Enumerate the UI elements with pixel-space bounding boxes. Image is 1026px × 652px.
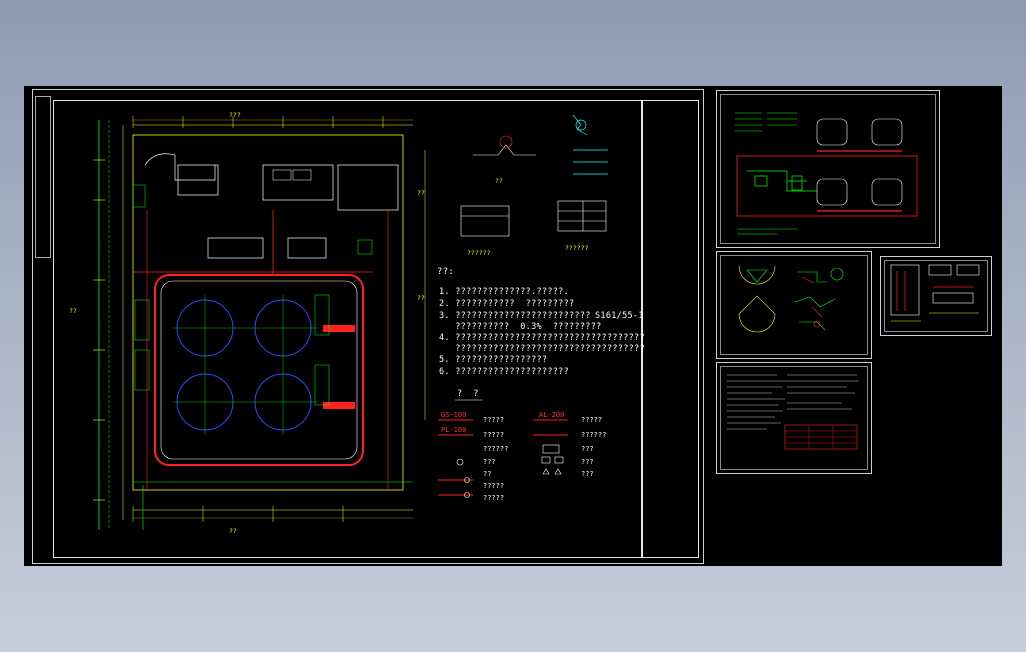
legend-right-1: ????? (581, 416, 603, 424)
right-dimension-label-2: ?? (417, 294, 425, 302)
legend-tag-2: PL-100 (441, 426, 467, 434)
legend-left-6: ????? (483, 482, 505, 490)
main-drawing-sheet[interactable]: ??? ?? ?? ?? ?? ?? ?????? ?????? ??: 1. … (32, 89, 704, 564)
sheet-node-details[interactable] (716, 251, 872, 359)
notes-heading: ??: (437, 267, 455, 277)
legend-left-3: ?????? (483, 445, 509, 453)
note-line-2: 2. ??????????? ????????? (439, 299, 575, 309)
legend-tag-3: AL-200 (539, 411, 565, 419)
cad-model-space[interactable]: ??? ?? ?? ?? ?? ?? ?????? ?????? ??: 1. … (24, 86, 1002, 566)
piping-diagram-graphics (735, 112, 918, 235)
note-line-3: 3. ????????????????????????? (439, 311, 591, 321)
bottom-dimension-label: ?? (229, 527, 237, 535)
legend-tag-1: GS-100 (441, 411, 467, 419)
legend-left-5: ?? (483, 470, 492, 478)
legend-left-1: ????? (483, 416, 505, 424)
legend-left-7: ????? (483, 494, 505, 502)
specification-graphics (727, 374, 859, 450)
table-b-caption: ?????? (565, 244, 589, 252)
sheet-piping-diagram[interactable] (716, 90, 940, 248)
legend-left-2: ????? (483, 431, 505, 439)
legend-right-4: ??? (581, 458, 594, 466)
table-a-caption: ?????? (467, 249, 491, 257)
note-line-5: 5. ????????????????? (439, 355, 548, 365)
note-spec-code: S161/55-1 (595, 311, 644, 321)
legend-right-3: ??? (581, 445, 594, 453)
left-dimension-label: ?? (69, 307, 77, 315)
detail-a-caption: ?? (495, 177, 503, 185)
site-plan-graphics (93, 114, 608, 530)
note-line-1: 1. ??????????????.?????. (439, 287, 570, 297)
legend-right-2: ?????? (581, 431, 607, 439)
sheet-pump-room[interactable] (880, 256, 992, 336)
note-line-3b: ?????????? 0.3% ????????? (439, 322, 602, 332)
node-details-graphics (738, 265, 844, 333)
legend-heading: ? ? (457, 389, 479, 399)
right-dimension-label-1: ?? (417, 189, 425, 197)
note-line-6: 6. ????????????????????? (439, 367, 570, 377)
note-line-4: 4. ??????????????????????????????????? (439, 333, 645, 343)
top-dimension-label: ??? (229, 111, 241, 119)
sheet-specification-table[interactable] (716, 362, 872, 474)
pump-room-graphics (890, 264, 980, 322)
legend-right-5: ??? (581, 470, 594, 478)
legend-left-4: ??? (483, 458, 496, 466)
note-line-4b: ??????????????????????????????????? (439, 344, 645, 354)
